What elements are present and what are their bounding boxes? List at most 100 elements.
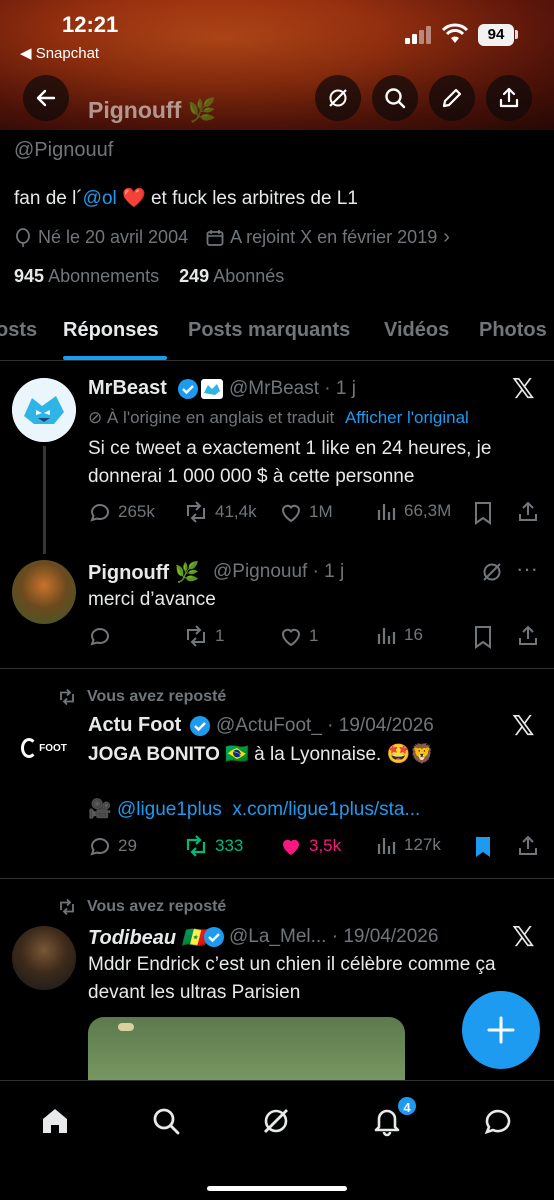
- like-button[interactable]: 1M: [279, 500, 333, 524]
- compose-post-button[interactable]: [462, 991, 540, 1069]
- tab-replies[interactable]: Réponses: [63, 319, 159, 342]
- profile-tabs: osts Réponses Posts marquants Vidéos Pho…: [0, 305, 554, 361]
- profile-handle: @Pignouuf: [14, 139, 114, 161]
- edit-button[interactable]: [429, 75, 475, 121]
- arrow-left-icon: [36, 89, 56, 107]
- avatar[interactable]: [12, 560, 76, 624]
- thread-line: [43, 446, 46, 554]
- x-logo-icon: 𝕏: [512, 372, 535, 405]
- bookmark-filled-icon[interactable]: [472, 835, 494, 859]
- message-icon: [484, 1109, 511, 1135]
- mrbeast-logo-icon: [12, 378, 76, 442]
- repost-button[interactable]: 1: [183, 624, 224, 648]
- battery-tip: [515, 30, 518, 39]
- repost-button[interactable]: 333: [183, 834, 243, 858]
- repost-label: Vous avez reposté: [57, 898, 226, 916]
- share-icon[interactable]: [516, 624, 540, 648]
- bio-mention-link[interactable]: @ol: [83, 188, 117, 209]
- post-text: JOGA BONITO 🇧🇷 à la Lyonnaise. 🤩🦁: [88, 741, 538, 769]
- status-bar: 12:21 ◀ Snapchat 94: [0, 0, 554, 70]
- reply-button[interactable]: [88, 624, 112, 648]
- share-button[interactable]: [486, 75, 532, 121]
- calendar-icon: [206, 229, 224, 246]
- tab-highlights[interactable]: Posts marquants: [188, 319, 350, 342]
- views-button[interactable]: 16: [376, 624, 423, 646]
- home-icon: [43, 1109, 67, 1133]
- post-link-line: 🎥 @ligue1plus x.com/ligue1plus/sta...: [88, 796, 538, 824]
- reply-button[interactable]: 265k: [88, 500, 155, 524]
- search-button[interactable]: [372, 75, 418, 121]
- translation-text: À l'origine en anglais et traduit: [106, 408, 335, 427]
- nav-search[interactable]: [148, 1103, 184, 1139]
- grok-icon[interactable]: [480, 560, 504, 584]
- repost-count: 333: [215, 836, 244, 855]
- nav-grok[interactable]: [258, 1103, 294, 1139]
- views-button[interactable]: 127k: [376, 834, 441, 856]
- header-title: Pignouff 🌿: [88, 97, 217, 123]
- bookmark-icon[interactable]: [472, 501, 494, 525]
- post-author-name[interactable]: Pignouff 🌿: [88, 560, 200, 585]
- following-link[interactable]: 945 Abonnements: [14, 266, 159, 286]
- post-text: Si ce tweet a exactement 1 like en 24 he…: [88, 438, 492, 487]
- follow-counts: 945 Abonnements 249 Abonnés: [14, 266, 284, 287]
- pencil-icon: [442, 88, 462, 108]
- following-label: Abonnements: [48, 266, 160, 286]
- like-button[interactable]: 3,5k: [279, 834, 341, 858]
- repost-label-text: Vous avez reposté: [87, 688, 227, 705]
- profile-nav-row: Pignouff 🌿: [0, 75, 554, 123]
- repost-count: 41,4k: [215, 502, 257, 521]
- verified-badge-icon: [178, 379, 198, 399]
- like-count: 1: [309, 626, 319, 645]
- heart-filled-icon: [283, 839, 299, 855]
- share-icon: [499, 87, 519, 108]
- mention-link[interactable]: @ligue1plus: [117, 799, 222, 820]
- back-to-app-link[interactable]: ◀ Snapchat: [20, 44, 99, 62]
- wifi-icon: [441, 23, 469, 43]
- followers-link[interactable]: 249 Abonnés: [179, 266, 284, 286]
- actufoot-logo-icon: [21, 738, 38, 758]
- reply-icon: [90, 628, 109, 646]
- views-icon: [377, 838, 396, 854]
- share-icon[interactable]: [516, 500, 540, 524]
- repost-button[interactable]: 41,4k: [183, 500, 257, 524]
- show-original-link[interactable]: Afficher l'original: [345, 408, 469, 427]
- post-text-bold: JOGA BONITO 🇧🇷: [88, 744, 249, 765]
- tab-photos[interactable]: Photos: [479, 319, 547, 342]
- reply-count: 29: [118, 836, 137, 855]
- search-icon: [385, 88, 406, 109]
- birth-date: Né le 20 avril 2004: [38, 227, 189, 247]
- post-media-video[interactable]: [88, 1017, 405, 1087]
- avatar[interactable]: [12, 926, 76, 990]
- tab-posts[interactable]: osts: [0, 319, 37, 342]
- url-link[interactable]: x.com/ligue1plus/sta...: [232, 799, 420, 820]
- grok-button[interactable]: [315, 75, 361, 121]
- views-button[interactable]: 66,3M: [376, 500, 451, 522]
- back-button[interactable]: [23, 75, 69, 121]
- verified-badge-icon: [204, 927, 224, 947]
- search-icon: [153, 1108, 180, 1135]
- bookmark-icon[interactable]: [472, 625, 494, 649]
- notification-badge: 4: [396, 1095, 418, 1117]
- grok-small-icon: ⊘: [88, 408, 103, 427]
- like-button[interactable]: 1: [279, 624, 318, 648]
- tab-videos[interactable]: Vidéos: [384, 319, 449, 342]
- views-count: 66,3M: [404, 501, 452, 520]
- avatar[interactable]: FOOT: [12, 716, 76, 780]
- video-camera-icon: 🎥: [88, 799, 117, 820]
- post-author-name[interactable]: Todibeau 🇸🇳: [88, 925, 207, 950]
- followers-count: 249: [179, 266, 210, 286]
- plus-icon: [487, 1016, 515, 1044]
- grok-icon: [329, 89, 347, 107]
- repost-icon: [186, 835, 206, 857]
- post-author-name[interactable]: MrBeast: [88, 377, 167, 400]
- nav-home[interactable]: [37, 1103, 73, 1139]
- bio-text-suffix: ❤️ et fuck les arbitres de L1: [116, 188, 358, 209]
- battery-indicator: 94: [478, 24, 514, 46]
- reply-button[interactable]: 29: [88, 834, 137, 858]
- chevron-right-icon[interactable]: ›: [443, 226, 450, 249]
- more-options-icon[interactable]: ···: [516, 556, 538, 582]
- share-icon[interactable]: [516, 834, 540, 858]
- post-author-name[interactable]: Actu Foot: [88, 714, 181, 737]
- avatar[interactable]: [12, 378, 76, 442]
- nav-messages[interactable]: [480, 1103, 516, 1139]
